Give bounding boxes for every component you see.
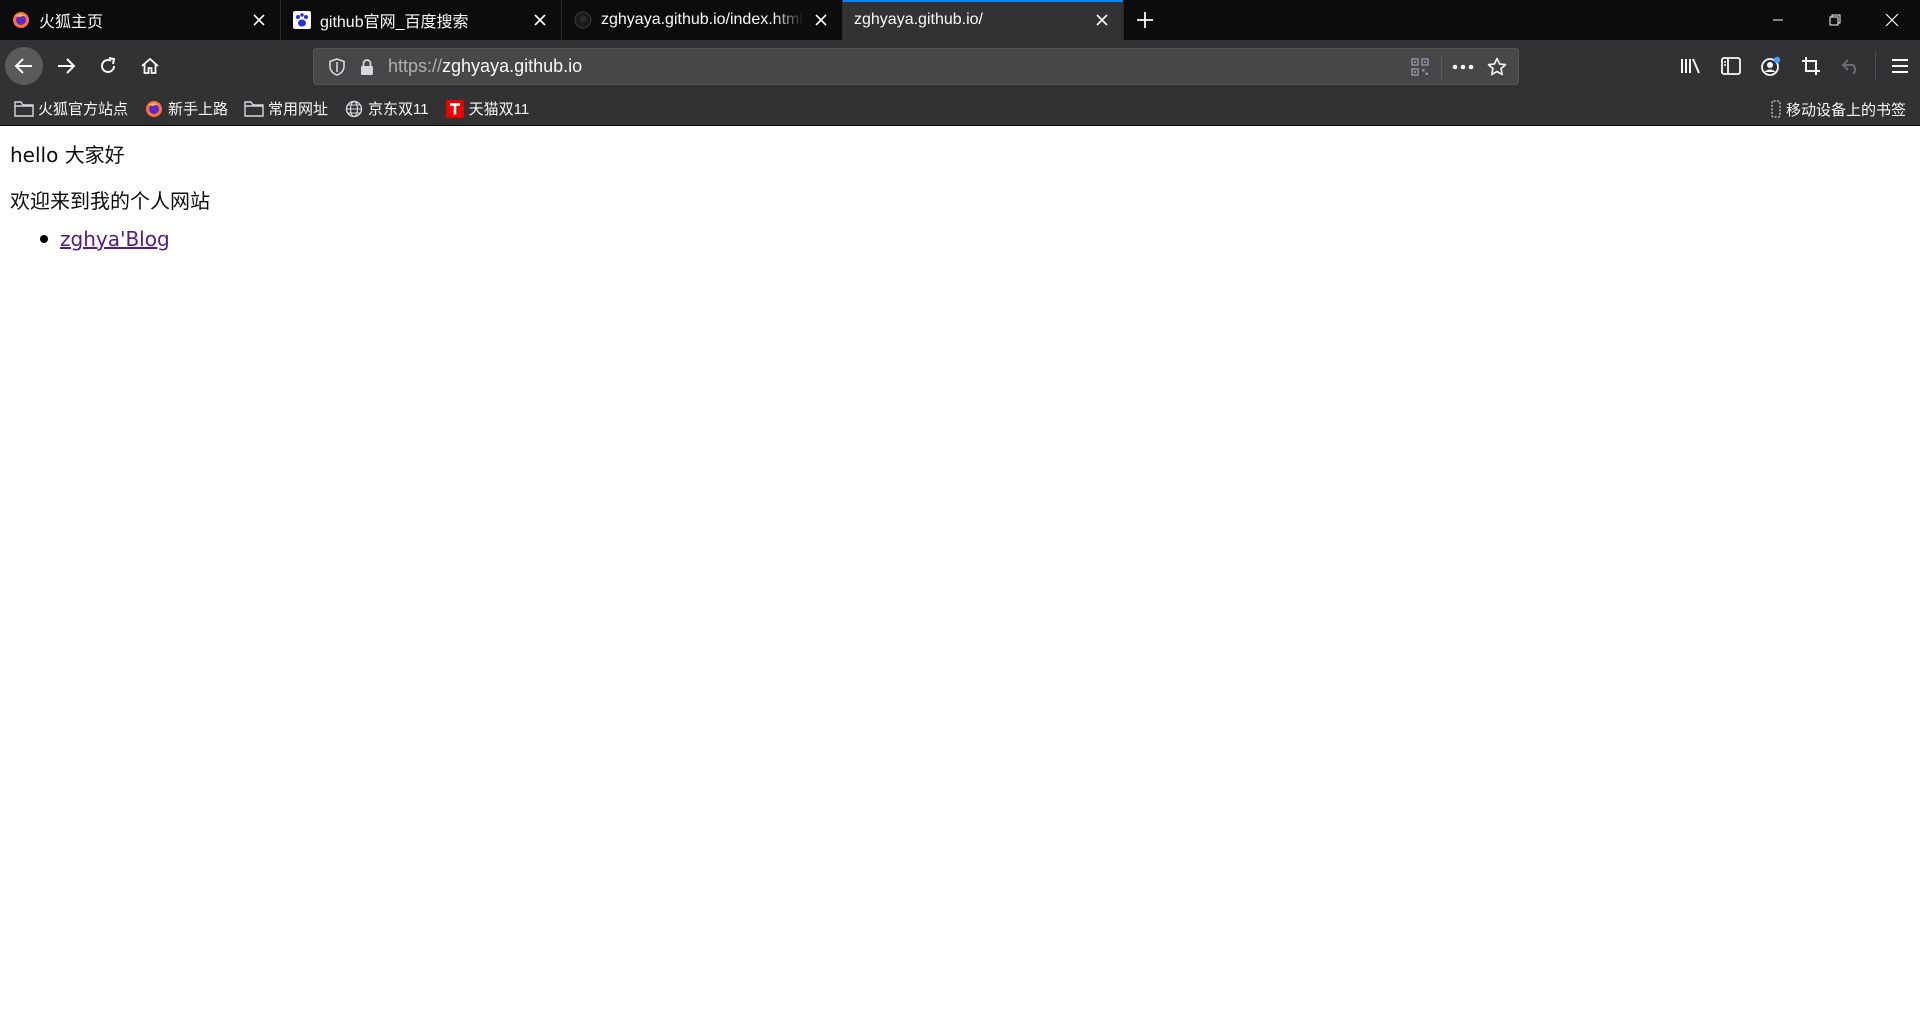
restore-icon — [1829, 14, 1840, 26]
close-icon[interactable] — [1091, 9, 1113, 31]
tab-title: zghyaya.github.io/index.html — [601, 11, 803, 28]
bookmark-folder-common-sites[interactable]: 常用网址 — [244, 96, 328, 122]
list-item: zghya'Blog — [40, 227, 170, 251]
reload-button[interactable] — [89, 47, 127, 85]
forward-button[interactable] — [47, 47, 85, 85]
bookmark-folder-firefox-sites[interactable]: 火狐官方站点 — [14, 96, 128, 122]
close-icon — [1885, 13, 1898, 27]
home-button[interactable] — [131, 47, 169, 85]
link-list: zghya'Blog — [40, 227, 170, 251]
close-window-button[interactable] — [1863, 0, 1920, 40]
url-separator — [1441, 54, 1442, 79]
bookmarks-toolbar: 火狐官方站点 新手上路 常用网址 京东双11 天猫双11 移动设备上的书签 — [0, 92, 1920, 126]
page-actions-menu-icon[interactable] — [1448, 52, 1478, 82]
firefox-icon — [144, 99, 164, 119]
bookmark-label: 京东双11 — [368, 101, 429, 118]
back-button[interactable] — [5, 47, 43, 85]
qr-code-icon[interactable] — [1405, 52, 1435, 82]
bookmark-jd[interactable]: 京东双11 — [344, 96, 429, 122]
github-icon — [573, 10, 593, 30]
undo-icon — [1841, 59, 1856, 75]
globe-icon — [344, 99, 364, 119]
tab-baidu-search[interactable]: github官网_百度搜索 — [281, 0, 562, 40]
mobile-device-icon — [1770, 99, 1782, 119]
url-bar[interactable]: https://zghyaya.github.io — [313, 48, 1519, 85]
arrow-left-icon — [14, 58, 32, 74]
tab-github-index[interactable]: zghyaya.github.io/index.html — [562, 0, 843, 40]
nav-bar: https://zghyaya.github.io — [0, 40, 1920, 92]
bookmark-label: 常用网址 — [268, 101, 329, 118]
toolbar-right — [1671, 40, 1920, 92]
minimize-icon — [1772, 19, 1783, 21]
tab-zghyaya-active[interactable]: zghyaya.github.io/ — [843, 0, 1124, 40]
bookmark-star-icon[interactable] — [1482, 52, 1512, 82]
url-host: zghyaya.github.io — [442, 56, 583, 76]
library-icon — [1681, 58, 1700, 74]
screenshot-button[interactable] — [1791, 46, 1831, 86]
mobile-bookmarks[interactable]: 移动设备上的书签 — [1770, 92, 1906, 126]
tab-strip: 火狐主页 github官网_百度搜索 zghyaya.github.io/ind… — [0, 0, 1920, 40]
reload-icon — [101, 57, 116, 73]
undo-close-tab-button[interactable] — [1831, 46, 1871, 86]
hamburger-menu-icon — [1892, 59, 1908, 73]
baidu-paw-icon — [292, 10, 312, 30]
sidebar-icon — [1721, 57, 1741, 75]
close-icon[interactable] — [248, 9, 270, 31]
lock-icon[interactable] — [352, 52, 382, 82]
blog-link[interactable]: zghya'Blog — [60, 227, 170, 251]
welcome-text: 欢迎来到我的个人网站 — [10, 189, 210, 213]
folder-icon — [14, 99, 34, 119]
tab-title: github官网_百度搜索 — [320, 14, 469, 31]
bookmark-label: 新手上路 — [168, 101, 229, 118]
account-button[interactable] — [1751, 46, 1791, 86]
close-icon[interactable] — [529, 9, 551, 31]
bookmark-label: 天猫双11 — [468, 101, 530, 118]
plus-icon — [1137, 12, 1153, 28]
crop-icon — [1802, 57, 1820, 75]
minimize-button[interactable] — [1749, 0, 1806, 40]
greeting-text: hello 大家好 — [10, 143, 125, 167]
folder-icon — [244, 99, 264, 119]
url-scheme: https:// — [388, 56, 443, 76]
toolbar-separator — [1875, 51, 1876, 81]
library-button[interactable] — [1671, 46, 1711, 86]
app-menu-button[interactable] — [1880, 46, 1920, 86]
tab-firefox-home[interactable]: 火狐主页 — [0, 0, 281, 40]
page-content: hello 大家好 欢迎来到我的个人网站 zghya'Blog — [0, 127, 1920, 1030]
home-icon — [141, 57, 159, 74]
tracking-shield-icon[interactable] — [322, 52, 352, 82]
bookmark-tmall[interactable]: 天猫双11 — [445, 96, 530, 122]
tab-title: 火狐主页 — [39, 14, 104, 31]
restore-button[interactable] — [1806, 0, 1863, 40]
window-controls — [1749, 0, 1920, 40]
tmall-icon — [445, 99, 465, 119]
url-actions — [1405, 49, 1512, 84]
bookmark-label: 火狐官方站点 — [38, 101, 129, 118]
bookmark-getting-started[interactable]: 新手上路 — [144, 96, 228, 122]
tab-title: zghyaya.github.io/ — [854, 11, 983, 28]
account-icon — [1761, 56, 1781, 76]
url-text[interactable]: https://zghyaya.github.io — [388, 56, 582, 77]
arrow-right-icon — [58, 58, 76, 74]
bullet — [40, 235, 48, 243]
new-tab-button[interactable] — [1124, 0, 1166, 40]
sidebar-button[interactable] — [1711, 46, 1751, 86]
close-icon[interactable] — [810, 9, 832, 31]
firefox-icon — [11, 10, 31, 30]
mobile-bookmarks-label: 移动设备上的书签 — [1785, 101, 1906, 119]
